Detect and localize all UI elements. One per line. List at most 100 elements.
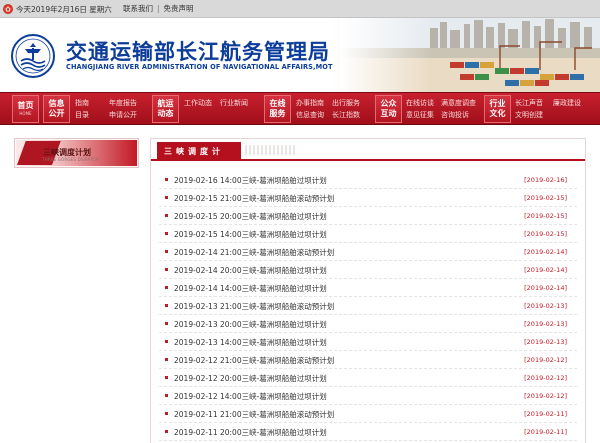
nav-link-annual-report[interactable]: 年度报告 — [109, 97, 137, 109]
nav-home-en-label: HOME — [19, 111, 32, 116]
item-title-link[interactable]: 2019-02-12 14:00三峡-葛洲坝船舶过坝计划 — [174, 391, 327, 402]
list-item[interactable]: 2019-02-12 20:00三峡-葛洲坝船舶过坝计划 [2019-02-12] — [159, 369, 577, 387]
item-date: [2019-02-14] — [524, 266, 567, 274]
list-item[interactable]: 2019-02-15 14:00三峡-葛洲坝船舶过坝计划 [2019-02-15] — [159, 225, 577, 243]
list-item[interactable]: 2019-02-15 21:00三峡-葛洲坝船舶滚动预计划 [2019-02-15… — [159, 189, 577, 207]
item-title-link[interactable]: 2019-02-12 20:00三峡-葛洲坝船舶过坝计划 — [174, 373, 327, 384]
list-item[interactable]: 2019-02-15 20:00三峡-葛洲坝船舶过坝计划 [2019-02-15] — [159, 207, 577, 225]
item-title-link[interactable]: 2019-02-16 14:00三峡-葛洲坝船舶过坝计划 — [174, 175, 327, 186]
bullet-icon — [165, 358, 168, 361]
nav-industry-culture[interactable]: 行业 文化 — [484, 95, 511, 123]
panel-title-decoration — [245, 145, 297, 155]
panel-header: 三峡调度计 — [151, 139, 585, 161]
list-item[interactable]: 2019-02-13 21:00三峡-葛洲坝船舶滚动预计划 [2019-02-13… — [159, 297, 577, 315]
nav-link-complaints[interactable]: 咨询投诉 — [441, 109, 476, 121]
bullet-icon — [165, 340, 168, 343]
nav-link-catalog[interactable]: 目录 — [75, 109, 89, 121]
item-date: [2019-02-14] — [524, 284, 567, 292]
item-date: [2019-02-15] — [524, 212, 567, 220]
contact-us-link[interactable]: 联系我们 — [123, 3, 153, 14]
nav-link-opinion-collection[interactable]: 意见征集 — [406, 109, 434, 121]
nav-link-info-query[interactable]: 信息查询 — [296, 109, 324, 121]
bullet-icon — [165, 304, 168, 307]
current-date: 今天2019年2月16日 星期六 — [16, 5, 112, 14]
item-title-link[interactable]: 2019-02-15 21:00三峡-葛洲坝船舶滚动预计划 — [174, 193, 334, 204]
item-title-link[interactable]: 2019-02-11 21:00三峡-葛洲坝船舶滚动预计划 — [174, 409, 334, 420]
nav-home[interactable]: 首页 HOME — [12, 95, 39, 123]
list-item[interactable]: 2019-02-13 20:00三峡-葛洲坝船舶过坝计划 [2019-02-13] — [159, 315, 577, 333]
port-scene-image — [340, 18, 600, 92]
sidebar-item-three-gorges-dispatch[interactable]: 三峡调度计划 THREE GORGES DISPATCH — [16, 140, 137, 166]
nav-link-online-interview[interactable]: 在线访谈 — [406, 97, 434, 109]
nav-main-label: 信息 — [48, 99, 65, 108]
item-title-link[interactable]: 2019-02-13 21:00三峡-葛洲坝船舶滚动预计划 — [174, 301, 334, 312]
site-title: 交通运输部长江航务管理局 — [66, 40, 330, 64]
main-nav: 首页 HOME 信息 公开 指南 目录 年度报告 申请公开 航运 动态 工作动态… — [0, 92, 600, 125]
item-title-link[interactable]: 2019-02-14 20:00三峡-葛洲坝船舶过坝计划 — [174, 265, 327, 276]
item-title-link[interactable]: 2019-02-14 21:00三峡-葛洲坝船舶滚动预计划 — [174, 247, 334, 258]
list-item[interactable]: 2019-02-14 14:00三峡-葛洲坝船舶过坝计划 [2019-02-14] — [159, 279, 577, 297]
list-item[interactable]: 2019-02-12 21:00三峡-葛洲坝船舶滚动预计划 [2019-02-12… — [159, 351, 577, 369]
item-date: [2019-02-12] — [524, 392, 567, 400]
bullet-icon — [165, 196, 168, 199]
disclaimer-link[interactable]: 免责声明 — [164, 3, 194, 14]
nav-public-interaction[interactable]: 公众 互动 — [375, 95, 402, 123]
item-title-link[interactable]: 2019-02-15 20:00三峡-葛洲坝船舶过坝计划 — [174, 211, 327, 222]
nav-home-label: 首页 — [17, 101, 34, 110]
list-item[interactable]: 2019-02-14 21:00三峡-葛洲坝船舶滚动预计划 [2019-02-14… — [159, 243, 577, 261]
nav-link-satisfaction-survey[interactable]: 满意度调查 — [441, 97, 476, 109]
item-title-link[interactable]: 2019-02-11 20:00三峡-葛洲坝船舶过坝计划 — [174, 427, 327, 438]
nav-main-label: 行业 — [489, 99, 506, 108]
list-item[interactable]: 2019-02-12 14:00三峡-葛洲坝船舶过坝计划 [2019-02-12] — [159, 387, 577, 405]
nav-link-apply-disclosure[interactable]: 申请公开 — [109, 109, 137, 121]
item-title-link[interactable]: 2019-02-13 20:00三峡-葛洲坝船舶过坝计划 — [174, 319, 327, 330]
nav-main-label: 文化 — [489, 109, 506, 118]
item-title-link[interactable]: 2019-02-12 21:00三峡-葛洲坝船舶滚动预计划 — [174, 355, 334, 366]
item-date: [2019-02-13] — [524, 302, 567, 310]
nav-main-label: 在线 — [269, 99, 286, 108]
sidebar-item-deco-text: THREE GORGES DISPATCH — [42, 157, 99, 162]
item-date: [2019-02-14] — [524, 248, 567, 256]
list-item[interactable]: 2019-02-11 20:00三峡-葛洲坝船舶过坝计划 [2019-02-11] — [159, 423, 577, 441]
item-date: [2019-02-16] — [524, 176, 567, 184]
top-bar: 今天2019年2月16日 星期六 联系我们 | 免责声明 — [0, 0, 600, 18]
nav-main-label: 服务 — [269, 109, 286, 118]
content-panel: 三峡调度计 2019-02-16 14:00三峡-葛洲坝船舶过坝计划 [2019-… — [150, 138, 586, 443]
nav-link-integrity[interactable]: 廉政建设 — [553, 97, 581, 109]
nav-link-civilization[interactable]: 文明创建 — [515, 109, 543, 121]
item-date: [2019-02-11] — [524, 428, 567, 436]
nav-link-travel-service[interactable]: 出行服务 — [332, 97, 360, 109]
nav-shipping-news[interactable]: 航运 动态 — [152, 95, 179, 123]
bullet-icon — [165, 286, 168, 289]
item-title-link[interactable]: 2019-02-15 14:00三峡-葛洲坝船舶过坝计划 — [174, 229, 327, 240]
item-date: [2019-02-11] — [524, 410, 567, 418]
item-date: [2019-02-12] — [524, 374, 567, 382]
list-item[interactable]: 2019-02-16 14:00三峡-葛洲坝船舶过坝计划 [2019-02-16] — [159, 171, 577, 189]
bullet-icon — [165, 214, 168, 217]
bullet-icon — [165, 394, 168, 397]
nav-link-guide[interactable]: 指南 — [75, 97, 89, 109]
bullet-icon — [165, 412, 168, 415]
site-logo[interactable] — [11, 34, 55, 78]
nav-info-public[interactable]: 信息 公开 — [43, 95, 70, 123]
sidebar: 三峡调度计划 THREE GORGES DISPATCH — [14, 138, 139, 168]
list-item[interactable]: 2019-02-11 21:00三峡-葛洲坝船舶滚动预计划 [2019-02-11… — [159, 405, 577, 423]
nav-main-label: 互动 — [380, 109, 397, 118]
nav-link-industry-news[interactable]: 行业新闻 — [220, 97, 248, 109]
nav-link-work-news[interactable]: 工作动态 — [184, 97, 212, 109]
home-icon — [3, 4, 13, 14]
item-title-link[interactable]: 2019-02-14 14:00三峡-葛洲坝船舶过坝计划 — [174, 283, 327, 294]
nav-main-label: 公众 — [380, 99, 397, 108]
nav-link-yangtze-voice[interactable]: 长江声音 — [515, 97, 543, 109]
bullet-icon — [165, 430, 168, 433]
bullet-icon — [165, 268, 168, 271]
nav-link-yangtze-index[interactable]: 长江指数 — [332, 109, 360, 121]
list-item[interactable]: 2019-02-14 20:00三峡-葛洲坝船舶过坝计划 [2019-02-14] — [159, 261, 577, 279]
nav-online-service[interactable]: 在线 服务 — [264, 95, 291, 123]
nav-link-service-guide[interactable]: 办事指南 — [296, 97, 324, 109]
item-date: [2019-02-13] — [524, 320, 567, 328]
list-item[interactable]: 2019-02-13 14:00三峡-葛洲坝船舶过坝计划 [2019-02-13] — [159, 333, 577, 351]
item-title-link[interactable]: 2019-02-13 14:00三峡-葛洲坝船舶过坝计划 — [174, 337, 327, 348]
site-subtitle: CHANGJIANG RIVER ADMINISTRATION OF NAVIG… — [66, 63, 333, 71]
panel-title: 三峡调度计 — [157, 142, 241, 161]
